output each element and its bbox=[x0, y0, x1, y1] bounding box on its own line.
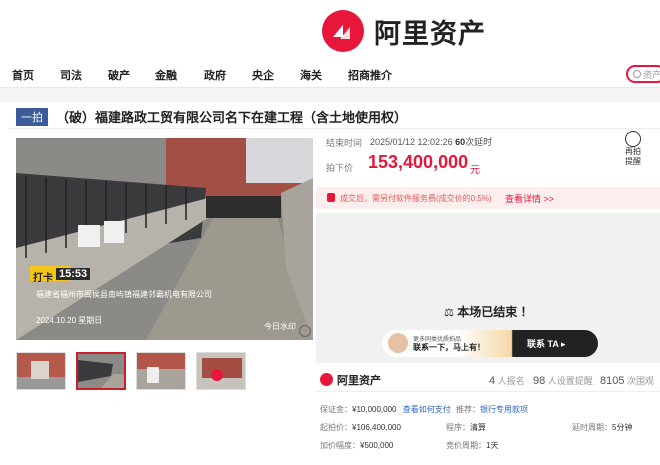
auction-ended-text: ⚖ 本场已结束 ！ bbox=[444, 303, 533, 320]
delay-label: 次延时 bbox=[465, 137, 493, 147]
recommend-label: 推荐： bbox=[456, 405, 480, 414]
contact-button[interactable]: 联系 TA ▸ bbox=[527, 337, 566, 350]
checkin-label: 打卡 bbox=[33, 273, 53, 284]
how-to-pay-link[interactable]: 查看如何支付 bbox=[403, 405, 451, 414]
search-placeholder: 资产 bbox=[643, 69, 660, 80]
contact-title: 联系一下，马上有！ bbox=[413, 343, 485, 352]
delay-count: 60 bbox=[455, 137, 466, 147]
nav-item-finance[interactable]: 金融 bbox=[155, 67, 177, 83]
nav-item-central-enterprise[interactable]: 央企 bbox=[252, 67, 274, 83]
thumbnail-strip bbox=[16, 352, 246, 392]
start-price-value: ¥106,400,000 bbox=[352, 423, 401, 432]
thumbnail-active[interactable] bbox=[76, 352, 126, 390]
nav-item-bankruptcy[interactable]: 破产 bbox=[108, 67, 130, 83]
photo-date: 2024.10.20 星期日 bbox=[36, 316, 103, 325]
reminder-line1: 再拍 bbox=[625, 147, 641, 156]
end-time-datetime: 2025/01/12 12:02:26 bbox=[370, 137, 453, 147]
reminders-label: 人设置提醒 bbox=[547, 376, 593, 386]
process-value: 清算 bbox=[470, 423, 486, 432]
checkin-time: 15:53 bbox=[56, 268, 91, 280]
zoom-icon[interactable] bbox=[299, 325, 311, 337]
deposit-label: 保证金： bbox=[320, 405, 352, 414]
process-label: 程序： bbox=[446, 423, 470, 432]
photo-location: 福建省福州市闽侯县南屿镇福建邻霸机电有限公司 bbox=[36, 290, 212, 299]
brand-small-icon bbox=[320, 373, 333, 386]
brand-name: 阿里资产 bbox=[374, 18, 486, 49]
applicants-count: 4 bbox=[489, 375, 496, 387]
deposit-value: ¥10,000,000 bbox=[352, 405, 397, 414]
delay-period-row: 延时周期：5分钟 bbox=[572, 422, 632, 433]
views-count: 8105 bbox=[600, 375, 625, 387]
item-title: （破）福建路政工贸有限公司名下在建工程（含土地使用权） bbox=[56, 110, 408, 125]
gavel-icon: ⚖ bbox=[444, 307, 454, 319]
end-time-label: 结束时间 bbox=[326, 138, 363, 148]
agent-avatar bbox=[388, 333, 408, 353]
auction-round-badge: 一拍 bbox=[16, 108, 48, 126]
alarm-clock-icon bbox=[625, 131, 641, 147]
views-stat: 8105 次围观 bbox=[600, 374, 654, 387]
delay-period-label: 延时周期： bbox=[572, 423, 612, 432]
increment-value: ¥500,000 bbox=[360, 441, 394, 450]
end-time-value: 2025/01/12 12:02:26 60次延时 bbox=[370, 135, 492, 148]
delay-period-value: 5分钟 bbox=[612, 423, 633, 432]
reminders-count: 98 bbox=[533, 375, 546, 387]
main-nav: 首页 司法 破产 金融 政府 央企 海关 招商推介 bbox=[0, 60, 660, 88]
recommend-row: 推荐：银行专用款项 bbox=[456, 404, 528, 415]
service-fee-notice: 成交后，需另付软件服务费(成交价的0.5%) 查看详情 >> bbox=[316, 187, 660, 209]
bank-account-link[interactable]: 银行专用款项 bbox=[480, 405, 528, 414]
stats-brand: 阿里资产 bbox=[337, 375, 381, 387]
bid-period-row: 竞价周期：1天 bbox=[446, 440, 498, 451]
item-title-row: 一拍 （破）福建路政工贸有限公司名下在建工程（含土地使用权） bbox=[8, 104, 660, 129]
search-input[interactable]: 资产 bbox=[626, 65, 660, 83]
applicants-stat: 4 人报名 bbox=[489, 374, 525, 387]
thumbnail[interactable] bbox=[136, 352, 186, 390]
brand-logo-icon bbox=[322, 10, 364, 52]
reminder-button[interactable]: 再拍 提醒 bbox=[613, 131, 653, 167]
nav-item-judicial[interactable]: 司法 bbox=[60, 67, 82, 83]
deposit-row: 保证金：¥10,000,000 查看如何支付 bbox=[320, 404, 451, 415]
views-label: 次围观 bbox=[627, 376, 655, 386]
search-icon bbox=[633, 70, 641, 78]
thumbnail[interactable] bbox=[196, 352, 246, 390]
stats-bar: 阿里资产 4 人报名 98 人设置提醒 8105 次围观 bbox=[316, 367, 660, 392]
main-photo[interactable]: 打卡 15:53 福建省福州市闽侯县南屿镇福建邻霸机电有限公司 2024.10.… bbox=[16, 138, 313, 340]
nav-item-investment[interactable]: 招商推介 bbox=[348, 67, 392, 83]
contact-banner[interactable]: 更多同类优质拍品 联系一下，马上有！ 联系 TA ▸ bbox=[382, 330, 598, 357]
ended-label: 本场已结束 ！ bbox=[457, 305, 533, 319]
section-divider bbox=[0, 88, 660, 102]
thumbnail[interactable] bbox=[16, 352, 66, 390]
deal-price-label: 拍下价 bbox=[326, 163, 354, 173]
nav-item-home[interactable]: 首页 bbox=[12, 67, 34, 83]
bag-icon bbox=[327, 193, 335, 202]
start-price-row: 起拍价：¥106,400,000 bbox=[320, 422, 401, 433]
deal-price-unit: 元 bbox=[470, 165, 480, 176]
increment-label: 加价幅度： bbox=[320, 441, 360, 450]
reminders-stat: 98 人设置提醒 bbox=[533, 374, 593, 387]
start-price-label: 起拍价： bbox=[320, 423, 352, 432]
bid-period-value: 1天 bbox=[486, 441, 499, 450]
reminder-line2: 提醒 bbox=[625, 157, 641, 166]
nav-item-government[interactable]: 政府 bbox=[204, 67, 226, 83]
bid-period-label: 竞价周期： bbox=[446, 441, 486, 450]
deal-price: 153,400,000 bbox=[368, 152, 469, 172]
increment-row: 加价幅度：¥500,000 bbox=[320, 440, 393, 451]
process-row: 程序：清算 bbox=[446, 422, 486, 433]
notice-text: 成交后，需另付软件服务费(成交价的0.5%) bbox=[340, 194, 492, 203]
notice-details-link[interactable]: 查看详情 >> bbox=[505, 192, 554, 205]
photo-watermark: 今日水印 bbox=[264, 322, 296, 331]
nav-item-customs[interactable]: 海关 bbox=[300, 67, 322, 83]
applicants-label: 人报名 bbox=[497, 376, 525, 386]
ramp-photo bbox=[16, 138, 313, 340]
header: 阿里资产 bbox=[0, 0, 660, 60]
brand-logo[interactable]: 阿里资产 bbox=[322, 10, 486, 52]
